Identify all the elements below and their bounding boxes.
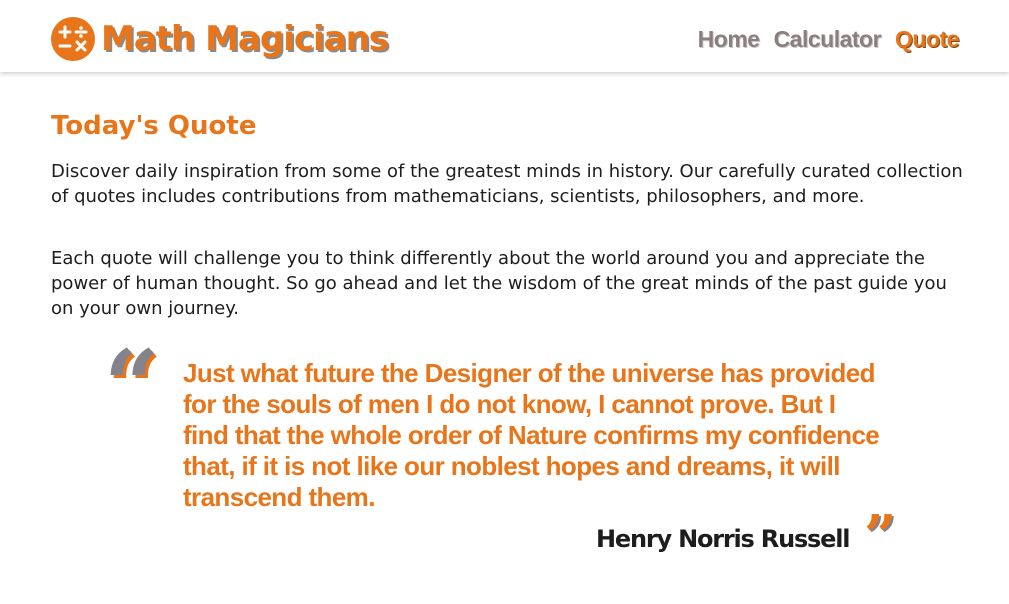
nav-link-home[interactable]: Home (698, 24, 760, 54)
brand-title: Math Magicians (101, 19, 389, 59)
nav-link-calculator[interactable]: Calculator (774, 24, 882, 54)
intro-paragraph: Discover daily inspiration from some of … (51, 161, 963, 207)
site-header: Math Magicians Home Calculator Quote (0, 0, 1009, 72)
main-nav: Home Calculator Quote (684, 24, 960, 54)
close-quote-icon: ” (864, 503, 897, 569)
quote-author: Henry Norris Russell (596, 525, 850, 553)
open-quote-icon: “ (104, 329, 160, 442)
nav-link-quote[interactable]: Quote (895, 24, 959, 54)
intro-paragraph: Each quote will challenge you to think d… (51, 248, 947, 319)
quote-text: Just what future the Designer of the uni… (183, 358, 880, 512)
math-operators-icon (51, 17, 95, 61)
page-title: Today's Quote (51, 111, 257, 141)
brand[interactable]: Math Magicians (51, 17, 389, 61)
